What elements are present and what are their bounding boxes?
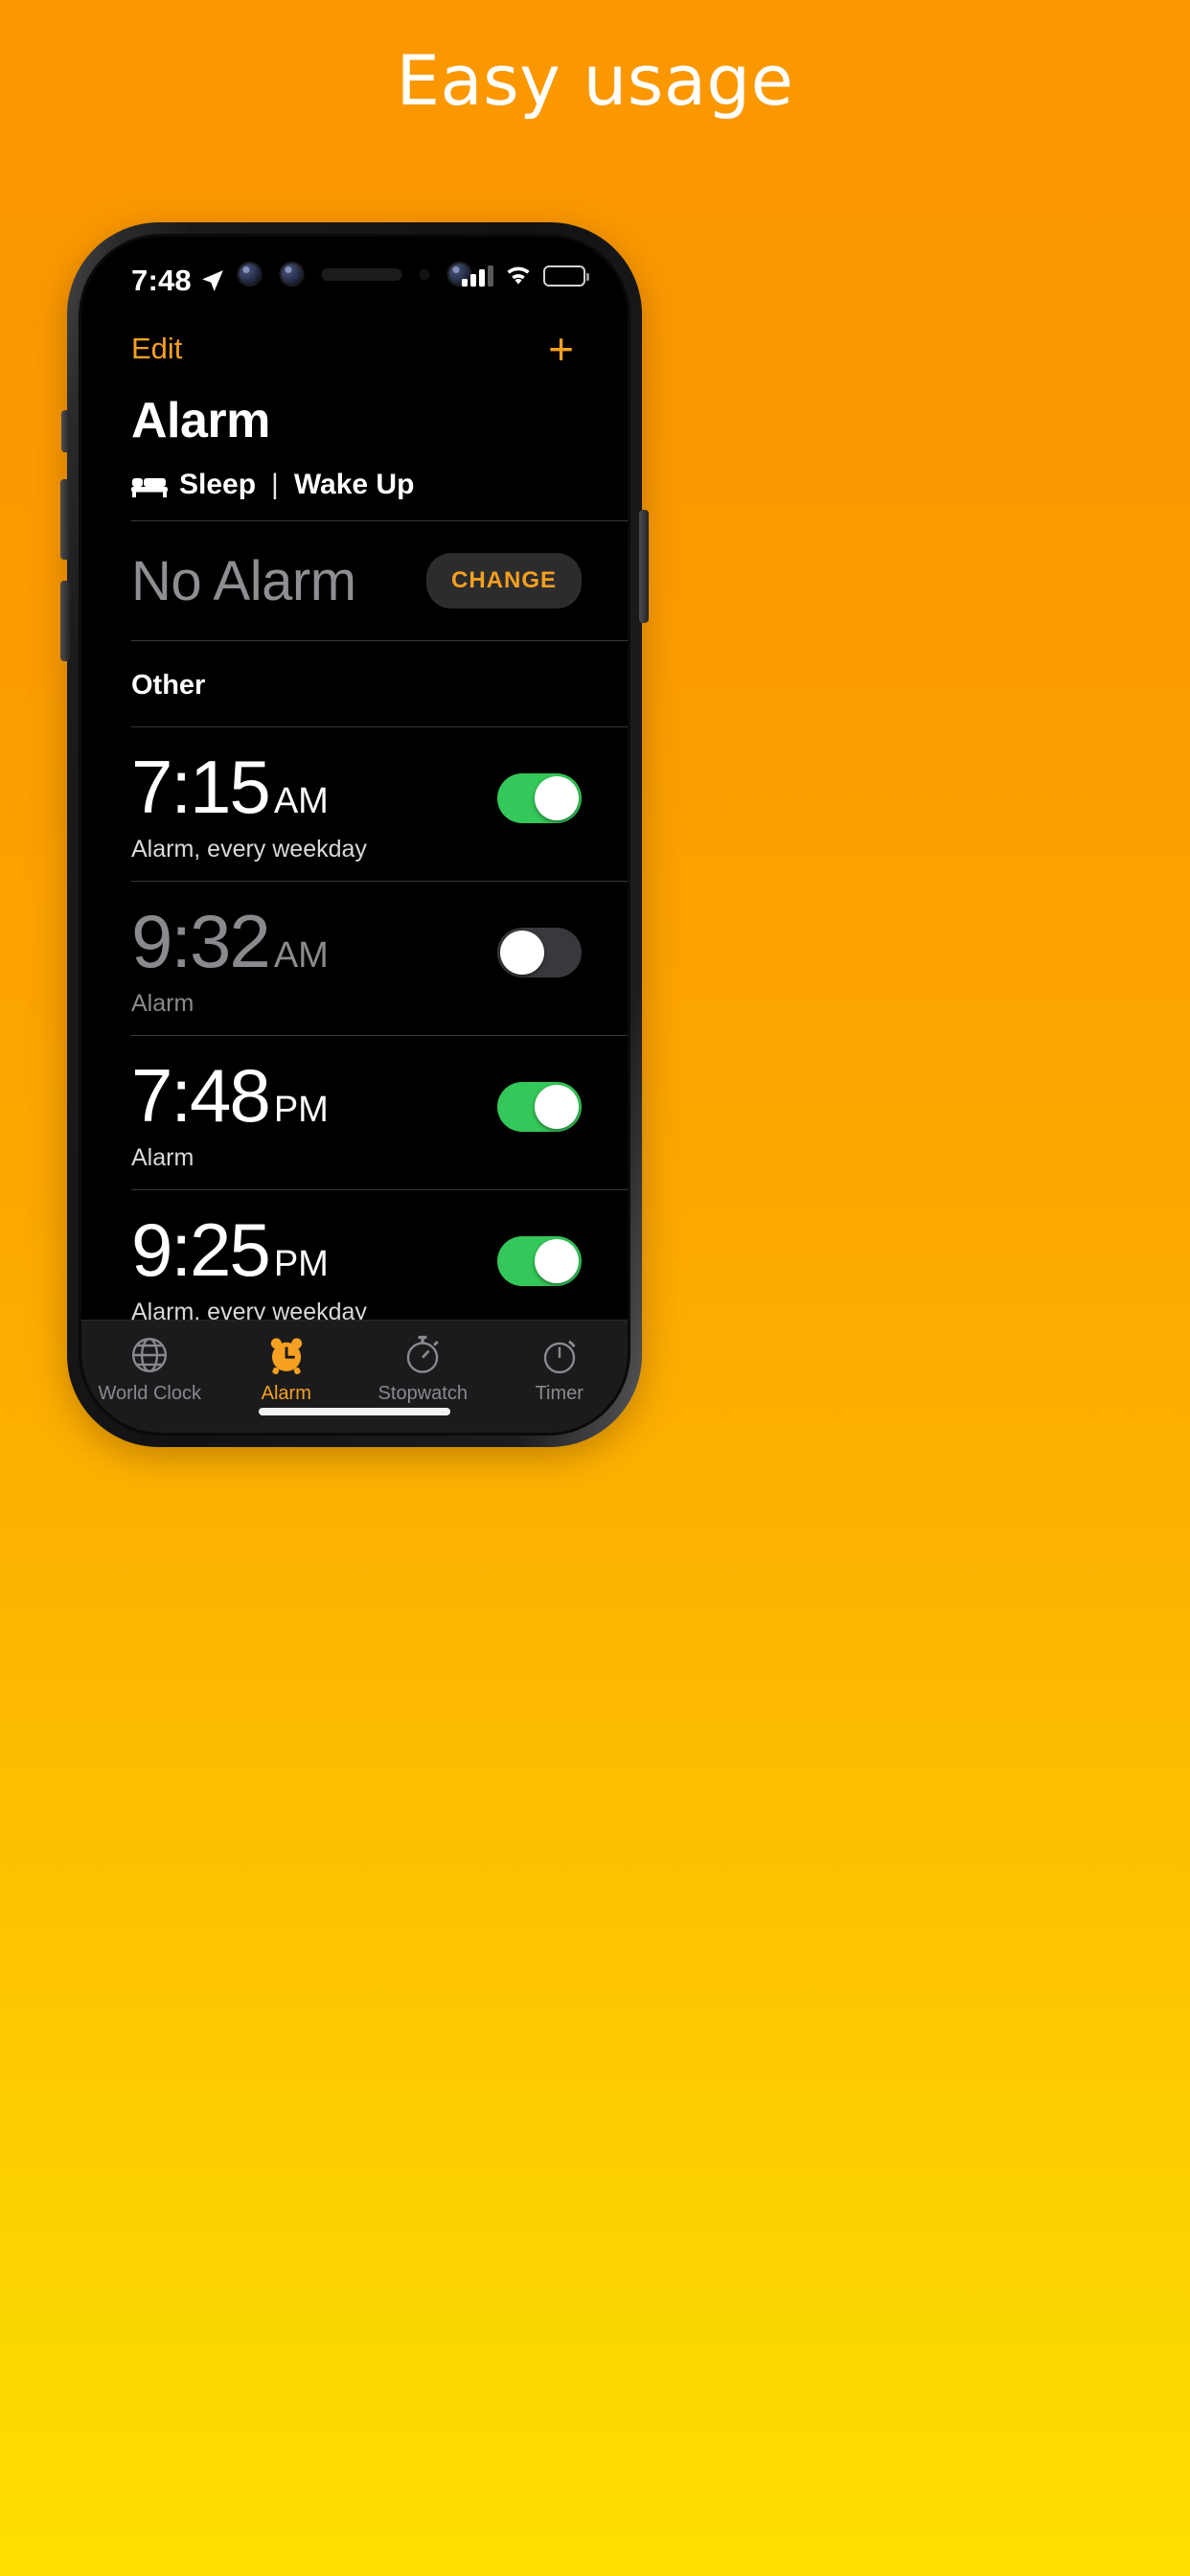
section-header-other: Other <box>131 670 206 701</box>
earpiece-speaker <box>321 267 402 281</box>
alarm-time: 7:48 PM <box>131 1057 329 1135</box>
alarm-time-value: 9:25 <box>131 1208 271 1293</box>
volume-down-button[interactable] <box>60 581 70 661</box>
status-bar-indicators <box>462 265 589 287</box>
globe-icon <box>132 1337 168 1373</box>
tab-label: Timer <box>535 1383 584 1404</box>
toggle-knob <box>535 776 579 820</box>
timer-icon <box>543 1340 576 1374</box>
power-button[interactable] <box>639 510 649 623</box>
volume-up-button[interactable] <box>60 479 70 560</box>
bed-icon <box>131 478 168 497</box>
proximity-sensor-icon <box>419 268 430 280</box>
alarm-row[interactable]: 9:32 AM Alarm <box>81 882 628 1035</box>
sleep-alarm-status: No Alarm <box>131 549 356 612</box>
alarm-row[interactable]: 7:48 PM Alarm <box>81 1036 628 1189</box>
alarm-time: 9:25 PM <box>131 1211 367 1289</box>
sleep-alarm-row[interactable]: No Alarm CHANGE <box>81 521 628 640</box>
notch-sensor-cluster <box>237 262 472 287</box>
edit-button[interactable]: Edit <box>131 332 182 366</box>
alarm-toggle[interactable] <box>497 1082 582 1133</box>
alarm-subtitle: Alarm <box>131 990 195 1018</box>
alarm-time: 7:15 AM <box>131 748 367 826</box>
alarm-toggle[interactable] <box>497 1236 582 1287</box>
page-title: Alarm <box>131 393 270 448</box>
tab-stopwatch[interactable]: Stopwatch <box>355 1334 492 1405</box>
alarm-list-content: Alarm Sleep | Wake Up No Alarm CHANGE Ot… <box>81 379 628 1433</box>
front-camera-icon <box>237 262 263 287</box>
tab-label: World Clock <box>98 1383 201 1404</box>
sleep-wake-separator: | <box>271 469 279 500</box>
tab-alarm[interactable]: Alarm <box>218 1334 355 1405</box>
alarm-toggle[interactable] <box>497 773 582 823</box>
tab-bar: World Clock Alarm Stopwatch Timer <box>81 1320 628 1433</box>
status-bar-clock: 7:48 <box>131 264 192 297</box>
alarm-info: 7:48 PM Alarm <box>131 1057 329 1172</box>
tab-timer[interactable]: Timer <box>492 1334 629 1405</box>
battery-icon <box>543 265 589 287</box>
alarm-meridiem: PM <box>273 1090 329 1131</box>
face-id-sensor-icon <box>279 262 305 287</box>
alarm-time-value: 7:15 <box>131 745 271 829</box>
location-arrow-icon <box>202 270 223 291</box>
home-indicator[interactable] <box>259 1408 450 1415</box>
alarm-toggle[interactable] <box>497 928 582 978</box>
alarm-subtitle: Alarm, every weekday <box>131 836 367 863</box>
sleep-label: Sleep <box>179 469 257 500</box>
mute-switch[interactable] <box>61 410 70 452</box>
alarm-row[interactable]: 7:15 AM Alarm, every weekday <box>81 727 628 881</box>
stopwatch-icon <box>407 1335 440 1373</box>
toggle-knob <box>535 1085 579 1130</box>
alarm-info: 9:25 PM Alarm, every weekday <box>131 1211 367 1326</box>
alarm-time-value: 7:48 <box>131 1053 271 1138</box>
alarm-info: 9:32 AM Alarm <box>131 899 329 1018</box>
wifi-icon <box>507 266 530 285</box>
alarm-meridiem: AM <box>273 935 329 977</box>
alarm-time-value: 9:32 <box>131 899 271 984</box>
toggle-knob <box>500 931 544 976</box>
change-button[interactable]: CHANGE <box>425 553 582 609</box>
tab-label: Stopwatch <box>378 1383 468 1404</box>
phone-screen: 7:48 Edit + Alarm Sleep | Wake Up No Ala… <box>79 234 630 1436</box>
alarm-subtitle: Alarm <box>131 1144 195 1172</box>
add-alarm-button[interactable]: + <box>548 327 578 371</box>
alarm-meridiem: AM <box>273 781 329 821</box>
phone-device-frame: 7:48 Edit + Alarm Sleep | Wake Up No Ala… <box>60 222 649 1447</box>
wake-up-label: Wake Up <box>293 469 415 500</box>
alarm-time: 9:32 AM <box>131 899 329 984</box>
tab-label: Alarm <box>261 1383 311 1404</box>
status-bar: 7:48 <box>81 237 628 319</box>
navigation-bar: Edit + <box>81 317 628 380</box>
alarm-clock-icon <box>270 1338 302 1375</box>
alarm-info: 7:15 AM Alarm, every weekday <box>131 748 367 863</box>
cellular-signal-icon <box>462 265 493 287</box>
tab-world-clock[interactable]: World Clock <box>81 1334 218 1405</box>
status-bar-time-group: 7:48 <box>131 264 225 298</box>
page-headline: Easy usage <box>396 40 794 121</box>
toggle-knob <box>535 1239 579 1284</box>
alarm-meridiem: PM <box>273 1244 329 1285</box>
sleep-wakeup-header[interactable]: Sleep | Wake Up <box>81 453 628 520</box>
